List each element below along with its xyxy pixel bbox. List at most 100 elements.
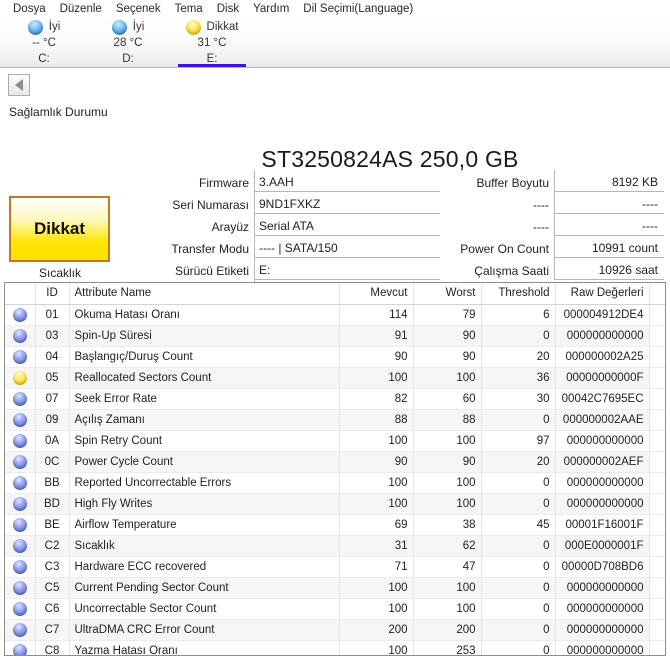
attribute-status-cell [5,556,35,578]
status-led-icon [111,20,127,35]
status-led-icon [12,559,27,574]
attribute-name: Spin-Up Süresi [68,325,339,347]
disk-tab-temperature: 31 °C [197,37,227,49]
attribute-worst: 100 [412,577,481,599]
health-status-label: Sağlamlık Durumu [9,105,108,119]
menu-item[interactable]: Düzenle [53,3,109,15]
disk-model-title: ST3250824AS 250,0 GB [261,146,519,172]
menu-item[interactable]: Dosya [6,3,53,15]
row-spacer-cell [648,346,665,368]
status-led-icon [27,20,43,35]
attribute-raw: 000E0000001F [554,535,649,557]
status-led-icon [12,538,27,553]
health-status-button[interactable]: Dikkat [9,196,110,262]
attribute-worst: 100 [412,493,481,515]
table-row[interactable]: 07 Seek Error Rate 82 60 30 00042C7695EC [5,388,665,410]
attribute-current: 91 [338,325,413,347]
attribute-current: 90 [338,451,413,473]
attribute-status-cell [5,451,35,473]
attribute-worst: 100 [412,472,481,494]
attribute-status-cell [5,535,35,557]
col-raw-header[interactable]: Raw Değerleri [554,283,649,305]
menu-item[interactable]: Tema [168,3,210,15]
table-row[interactable]: C2 Sıcaklık 31 62 0 000E0000001F [5,535,665,557]
disk-tab-c[interactable]: İyi -- °C C: [2,18,86,67]
table-row[interactable]: 0A Spin Retry Count 100 100 97 000000000000 [5,430,665,452]
disk-tab-e[interactable]: Dikkat 31 °C E: [170,18,254,67]
menu-item[interactable]: Dil Seçimi(Language) [296,3,420,15]
row-spacer-cell [648,325,665,347]
table-row[interactable]: C6 Uncorrectable Sector Count 100 100 0 00000… [5,598,665,620]
info-label: Seri Numarası [172,198,249,212]
table-row[interactable]: BE Airflow Temperature 69 38 45 00001F16001F [5,514,665,536]
table-row[interactable]: BB Reported Uncorrectable Errors 100 100 0 00… [5,472,665,494]
attribute-id: 07 [34,388,69,410]
temperature-label: Sıcaklık [38,266,81,280]
row-spacer-cell [648,619,665,641]
status-led-icon [12,496,27,511]
disk-tab-temperature: 28 °C [113,37,143,49]
attribute-id: 04 [34,346,69,368]
table-row[interactable]: C5 Current Pending Sector Count 100 100 0 000… [5,577,665,599]
table-row[interactable]: C7 UltraDMA CRC Error Count 200 200 0 0000000… [5,619,665,641]
attribute-current: 71 [338,556,413,578]
attribute-threshold: 0 [480,598,555,620]
attribute-current: 100 [338,577,413,599]
attribute-raw: 000000000000 [554,472,649,494]
attribute-status-cell [5,619,35,641]
attribute-worst: 90 [412,346,481,368]
disk-tab-temperature: -- °C [32,37,56,49]
table-row[interactable]: C8 Yazma Hatası Oranı 100 253 0 000000000000 [5,640,665,655]
back-button[interactable] [8,74,30,96]
col-threshold-header[interactable]: Threshold [480,283,555,305]
col-worst-header[interactable]: Worst [412,283,481,305]
attribute-id: C2 [34,535,69,557]
table-row[interactable]: 04 Başlangıç/Duruş Count 90 90 20 000000002A2… [5,346,665,368]
attribute-raw: 000000000000 [554,640,649,655]
row-spacer-cell [648,577,665,599]
attribute-raw: 000004912DE4 [554,304,649,326]
info-value: 9ND1FXKZ [254,192,440,214]
attribute-current: 100 [338,472,413,494]
attribute-raw: 000000000000 [554,577,649,599]
attribute-worst: 200 [412,619,481,641]
table-row[interactable]: 03 Spin-Up Süresi 91 90 0 000000000000 [5,325,665,347]
col-attribute-name-header[interactable]: Attribute Name [68,283,339,305]
col-id-header[interactable]: ID [34,283,69,305]
smart-attributes-table-container[interactable]: ID Attribute Name Mevcut Worst Threshold Raw … [4,282,666,656]
table-body: 01 Okuma Hatası Oranı 114 79 6 000004912DE4 03… [5,304,665,655]
table-row[interactable]: 0C Power Cycle Count 90 90 20 000000002AEF [5,451,665,473]
menu-item[interactable]: Seçenek [109,3,168,15]
menu-item[interactable]: Disk [210,3,246,15]
col-led-header[interactable] [5,283,35,305]
status-led-icon [12,307,27,322]
row-spacer-cell [648,556,665,578]
menu-item[interactable]: Yardım [246,3,296,15]
attribute-worst: 88 [412,409,481,431]
attribute-threshold: 45 [480,514,555,536]
info-row: Seri Numarası 9ND1FXKZ [130,192,440,214]
table-row[interactable]: 05 Reallocated Sectors Count 100 100 36 00000… [5,367,665,389]
row-spacer-cell [648,535,665,557]
attribute-raw: 000000000000 [554,325,649,347]
info-label: Çalışma Saati [474,264,549,278]
attribute-name: Uncorrectable Sector Count [68,598,339,620]
table-row[interactable]: C3 Hardware ECC recovered 71 47 0 00000D708BD… [5,556,665,578]
attribute-status-cell [5,388,35,410]
attribute-status-cell [5,430,35,452]
info-label: Power On Count [460,242,549,256]
attribute-status-cell [5,304,35,326]
attribute-current: 100 [338,640,413,655]
disk-tab-d[interactable]: İyi 28 °C D: [86,18,170,67]
attribute-current: 100 [338,598,413,620]
attribute-current: 200 [338,619,413,641]
table-row[interactable]: 09 Açılış Zamanı 88 88 0 000000002AAE [5,409,665,431]
attribute-name: Sıcaklık [68,535,339,557]
table-row[interactable]: BD High Fly Writes 100 100 0 000000000000 [5,493,665,515]
disk-tab-state: İyi [48,21,61,33]
info-label: Firmware [199,176,249,190]
attribute-raw: 000000000000 [554,430,649,452]
back-arrow-icon [15,79,23,91]
col-current-header[interactable]: Mevcut [338,283,413,305]
table-row[interactable]: 01 Okuma Hatası Oranı 114 79 6 000004912DE4 [5,304,665,326]
